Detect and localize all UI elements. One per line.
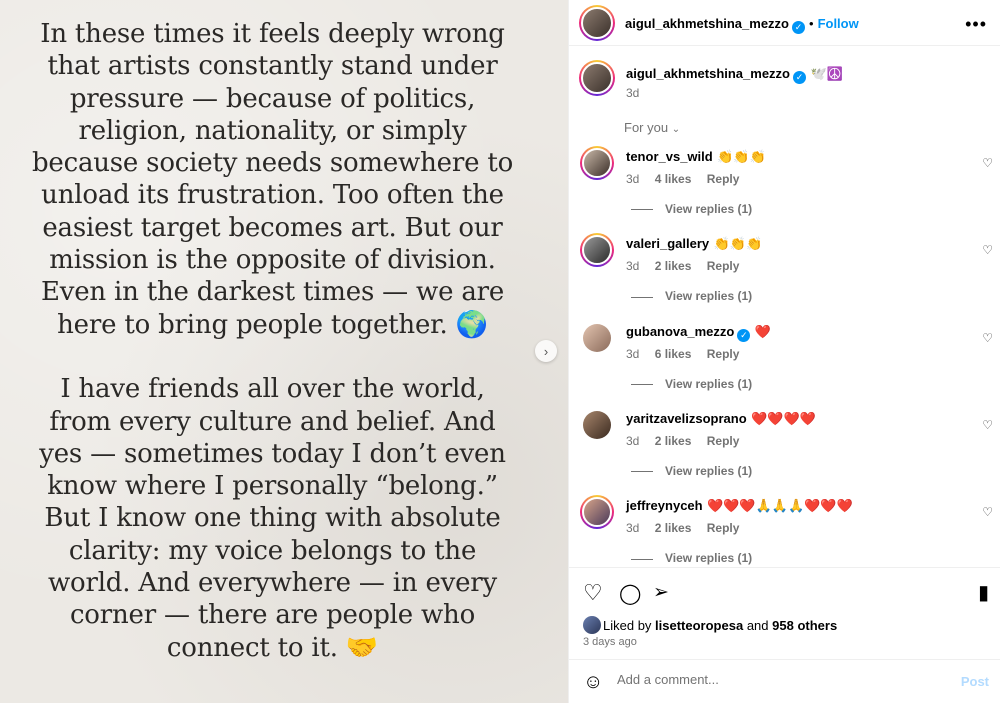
caption-text: 🕊️☮️ bbox=[810, 66, 843, 81]
post-actions: ♡ ◯ ➢ ▮ Liked by lisetteoropesa and 958 … bbox=[569, 567, 1000, 659]
comment-item: yaritzavelizsoprano ❤️❤️❤️❤️ 3d 2 likes … bbox=[569, 404, 1000, 491]
comment-avatar[interactable] bbox=[583, 410, 611, 439]
comment-time: 3d bbox=[626, 521, 640, 536]
view-replies-button[interactable]: View replies (1) bbox=[631, 464, 752, 478]
comment-avatar[interactable] bbox=[583, 323, 611, 352]
comment-meta: 3d 2 likes Reply bbox=[626, 521, 739, 535]
comment-item: valeri_gallery 👏👏👏 3d 2 likes Reply View… bbox=[569, 229, 1000, 316]
liked-by-and: and bbox=[746, 618, 769, 633]
follow-button[interactable]: Follow bbox=[818, 16, 859, 31]
chevron-right-icon: › bbox=[543, 343, 549, 359]
comment-avatar[interactable] bbox=[580, 233, 614, 268]
comment-time: 3d bbox=[626, 259, 640, 274]
view-replies-label: View replies (1) bbox=[665, 202, 753, 216]
comment-meta: 3d 4 likes Reply bbox=[626, 172, 739, 186]
comment-username[interactable]: gubanova_mezzo bbox=[626, 324, 734, 339]
next-slide-button[interactable]: › bbox=[535, 340, 557, 362]
comment-username[interactable]: yaritzavelizsoprano bbox=[626, 411, 747, 426]
comment-reply-button[interactable]: Reply bbox=[707, 172, 740, 186]
replies-divider bbox=[631, 558, 653, 560]
comment-item: tenor_vs_wild 👏👏👏 3d 4 likes Reply View … bbox=[569, 142, 1000, 229]
comment-meta: 3d 2 likes Reply bbox=[626, 434, 739, 448]
post-caption: aigul_akhmetshina_mezzo ✓ 🕊️☮️ 3d bbox=[569, 56, 1000, 116]
comment-like-heart-icon[interactable]: ♡ bbox=[982, 418, 993, 432]
like-heart-icon[interactable]: ♡ bbox=[583, 580, 603, 606]
view-replies-label: View replies (1) bbox=[665, 551, 753, 566]
comment-like-heart-icon[interactable]: ♡ bbox=[982, 505, 993, 519]
comment-reply-button[interactable]: Reply bbox=[707, 259, 740, 273]
comment-like-heart-icon[interactable]: ♡ bbox=[982, 243, 993, 257]
comment-avatar[interactable] bbox=[580, 146, 614, 180]
view-replies-label: View replies (1) bbox=[665, 289, 753, 304]
caption-username[interactable]: aigul_akhmetshina_mezzo bbox=[626, 66, 790, 81]
comment-likes[interactable]: 4 likes bbox=[655, 172, 692, 186]
replies-divider bbox=[631, 296, 653, 298]
comment-text: ❤️❤️❤️❤️ bbox=[751, 410, 816, 426]
caption-avatar[interactable] bbox=[579, 60, 615, 96]
emoji-smiley-icon[interactable]: ☺ bbox=[583, 671, 603, 694]
liked-by-prefix: Liked by bbox=[603, 618, 652, 633]
comment-time: 3d bbox=[626, 433, 640, 448]
comment-likes[interactable]: 2 likes bbox=[655, 259, 692, 273]
liked-by-others[interactable]: 958 others bbox=[772, 618, 837, 633]
comment-item: gubanova_mezzo ✓ ❤️ 3d 6 likes Reply View… bbox=[569, 317, 1000, 404]
post-image-text: In these times it feels deeply wrong tha… bbox=[31, 19, 514, 663]
replies-divider bbox=[631, 383, 653, 385]
comment-reply-button[interactable]: Reply bbox=[707, 521, 740, 535]
comment-text: 👏👏👏 bbox=[717, 149, 766, 164]
comment-username[interactable]: valeri_gallery bbox=[626, 236, 709, 251]
liked-by-user[interactable]: lisetteoropesa bbox=[655, 618, 743, 633]
post-sidebar: aigul_akhmetshina_mezzo ✓ • Follow ••• aigu… bbox=[568, 0, 1000, 703]
comment-text: ❤️❤️❤️🙏🙏🙏❤️❤️❤️ bbox=[707, 498, 853, 514]
post-comment-button[interactable]: Post bbox=[961, 674, 989, 689]
comment-username[interactable]: tenor_vs_wild bbox=[626, 149, 713, 164]
comment-meta: 3d 2 likes Reply bbox=[626, 259, 739, 273]
comment-bubble-icon[interactable]: ◯ bbox=[619, 581, 641, 606]
post-time-ago: 3 days ago bbox=[583, 636, 637, 648]
post-header: aigul_akhmetshina_mezzo ✓ • Follow ••• bbox=[569, 0, 1000, 46]
comment-sort-label: For you bbox=[624, 120, 669, 135]
share-send-icon[interactable]: ➢ bbox=[653, 581, 669, 604]
replies-divider bbox=[631, 209, 653, 211]
liked-by-summary: Liked by lisetteoropesa and 958 others bbox=[603, 618, 837, 633]
comment-like-heart-icon[interactable]: ♡ bbox=[982, 331, 993, 345]
author-avatar[interactable] bbox=[579, 5, 615, 41]
post-media: In these times it feels deeply wrong tha… bbox=[0, 0, 568, 703]
more-options-icon[interactable]: ••• bbox=[965, 14, 987, 35]
comment-reply-button[interactable]: Reply bbox=[707, 347, 740, 361]
author-username[interactable]: aigul_akhmetshina_mezzo bbox=[625, 16, 789, 31]
comment-likes[interactable]: 6 likes bbox=[655, 347, 692, 361]
view-replies-label: View replies (1) bbox=[665, 376, 753, 391]
comment-avatar[interactable] bbox=[580, 495, 614, 530]
verified-badge-icon: ✓ bbox=[737, 328, 751, 342]
view-replies-button[interactable]: View replies (1) bbox=[631, 289, 752, 303]
view-replies-button[interactable]: View replies (1) bbox=[631, 202, 752, 216]
comment-time: 3d bbox=[626, 172, 640, 186]
comment-time: 3d bbox=[626, 346, 640, 361]
comment-likes[interactable]: 2 likes bbox=[655, 521, 692, 535]
add-comment-bar: ☺ Post bbox=[569, 659, 1000, 703]
comment-item: jeffreynyceh ❤️❤️❤️🙏🙏🙏❤️❤️❤️ 3d 2 likes … bbox=[569, 491, 1000, 578]
verified-badge-icon: ✓ bbox=[792, 21, 805, 34]
verified-badge-icon: ✓ bbox=[793, 71, 806, 84]
comment-text: 👏👏👏 bbox=[713, 236, 763, 252]
comment-reply-button[interactable]: Reply bbox=[707, 434, 740, 448]
liked-by-avatar[interactable] bbox=[583, 616, 601, 634]
comment-meta: 3d 6 likes Reply bbox=[626, 347, 739, 361]
view-replies-button[interactable]: View replies (1) bbox=[631, 377, 752, 391]
comment-input[interactable] bbox=[617, 672, 917, 687]
comment-like-heart-icon[interactable]: ♡ bbox=[982, 156, 993, 170]
comment-sort-dropdown[interactable]: For you ⌄ bbox=[624, 120, 680, 135]
view-replies-button[interactable]: View replies (1) bbox=[631, 551, 752, 565]
comment-likes[interactable]: 2 likes bbox=[655, 434, 692, 448]
replies-divider bbox=[631, 471, 653, 473]
view-replies-label: View replies (1) bbox=[665, 463, 753, 478]
caption-time: 3d bbox=[626, 86, 640, 100]
comment-text: ❤️ bbox=[754, 323, 771, 339]
save-bookmark-icon[interactable]: ▮ bbox=[978, 580, 989, 605]
comment-username[interactable]: jeffreynyceh bbox=[626, 498, 703, 513]
separator-dot: • bbox=[809, 16, 814, 31]
chevron-down-icon: ⌄ bbox=[671, 124, 681, 135]
